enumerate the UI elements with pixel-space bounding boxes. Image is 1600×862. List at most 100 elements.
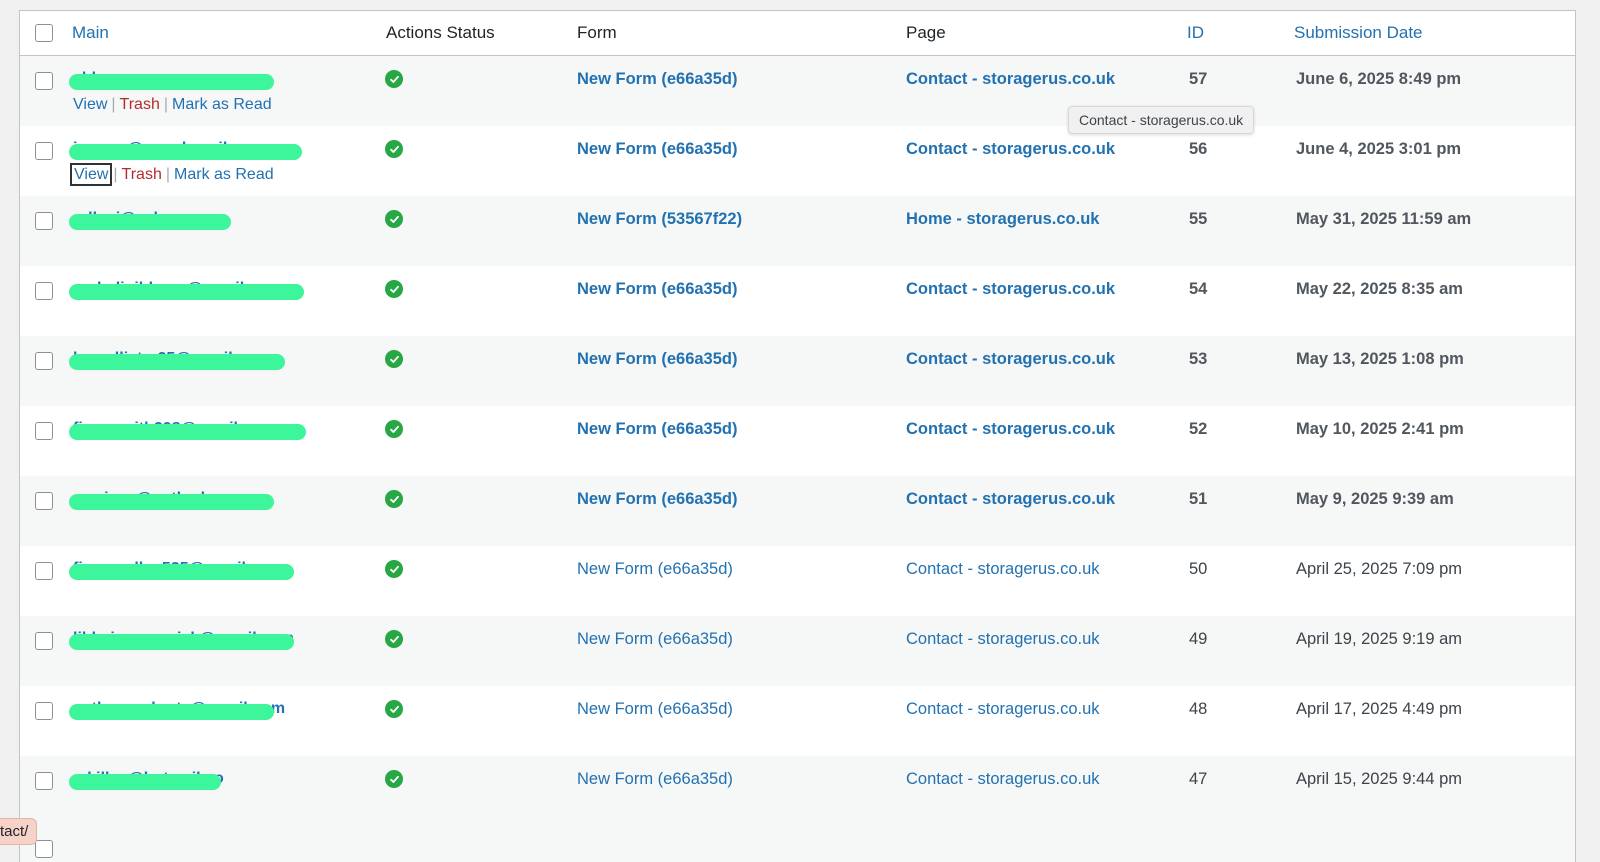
page-link[interactable]: Contact - storagerus.co.uk	[906, 700, 1100, 719]
page-link[interactable]: Contact - storagerus.co.uk	[906, 350, 1115, 369]
row-checkbox[interactable]	[35, 142, 53, 160]
page-link[interactable]: Home - storagerus.co.uk	[906, 210, 1099, 229]
view-link[interactable]: View	[73, 96, 107, 113]
submission-id: 51	[1189, 490, 1208, 508]
view-link[interactable]: View	[69, 163, 113, 186]
redaction-mark	[69, 214, 231, 230]
form-link[interactable]: New Form (e66a35d)	[577, 350, 737, 369]
column-id[interactable]: ID	[1187, 23, 1204, 43]
table-row: chloeNew Form (e66a35d)Contact - storage…	[20, 56, 1575, 126]
table-row: jasonw@googlemail.comNew Form (e66a35d)C…	[20, 126, 1575, 196]
submissions-table: Main Actions Status Form Page ID Submiss…	[19, 10, 1576, 862]
submission-id: 50	[1189, 560, 1208, 578]
form-link[interactable]: New Form (e66a35d)	[577, 280, 737, 299]
check-circle-icon	[385, 560, 403, 578]
submission-id: 54	[1189, 280, 1208, 298]
check-circle-icon	[385, 210, 403, 228]
table-row	[20, 826, 1575, 862]
submission-date: May 13, 2025 1:08 pm	[1296, 350, 1464, 368]
form-link[interactable]: New Form (e66a35d)	[577, 630, 733, 649]
separator: |	[163, 96, 169, 113]
submission-id: 55	[1189, 210, 1208, 228]
page-link[interactable]: Contact - storagerus.co.uk	[906, 70, 1115, 89]
separator: |	[165, 166, 171, 183]
column-form: Form	[577, 23, 617, 42]
mark-as-read-link[interactable]: Mark as Read	[174, 166, 274, 183]
redaction-mark	[69, 564, 294, 580]
check-circle-icon	[385, 350, 403, 368]
form-link[interactable]: New Form (e66a35d)	[577, 560, 733, 579]
submission-id: 49	[1189, 630, 1208, 648]
redaction-mark	[69, 704, 274, 720]
form-link[interactable]: New Form (e66a35d)	[577, 700, 733, 719]
form-link[interactable]: New Form (e66a35d)	[577, 140, 737, 159]
check-circle-icon	[385, 770, 403, 788]
submission-date: June 6, 2025 8:49 pm	[1296, 70, 1462, 88]
table-row: mkillen@hotmail.coNew Form (e66a35d)Cont…	[20, 756, 1575, 826]
submission-date: May 9, 2025 9:39 am	[1296, 490, 1454, 508]
table-row: anthonyroberts@gmail.comNew Form (e66a35…	[20, 686, 1575, 756]
submission-id: 53	[1189, 350, 1208, 368]
redaction-mark	[69, 494, 274, 510]
page-link[interactable]: Contact - storagerus.co.uk	[906, 770, 1100, 789]
status-url-badge: tact/	[0, 818, 38, 845]
submission-id: 52	[1189, 420, 1208, 438]
form-link[interactable]: New Form (e66a35d)	[577, 70, 737, 89]
row-actions: View | Trash | Mark as Read	[73, 96, 272, 114]
form-link[interactable]: New Form (53567f22)	[577, 210, 742, 229]
table-row: rellspj@yahoo.comNew Form (53567f22)Home…	[20, 196, 1575, 266]
page-link[interactable]: Contact - storagerus.co.uk	[906, 490, 1115, 509]
table-row: racheligibbons@gmail.comNew Form (e66a35…	[20, 266, 1575, 336]
trash-link[interactable]: Trash	[120, 96, 160, 113]
table-row: libbyjmccormick@gmail.comNew Form (e66a3…	[20, 616, 1575, 686]
row-checkbox[interactable]	[35, 632, 53, 650]
page-link[interactable]: Contact - storagerus.co.uk	[906, 560, 1100, 579]
submission-date: May 10, 2025 2:41 pm	[1296, 420, 1464, 438]
submission-date: April 17, 2025 4:49 pm	[1296, 700, 1463, 718]
check-circle-icon	[385, 280, 403, 298]
table-row: fionasmith298@gmail.comNew Form (e66a35d…	[20, 406, 1575, 476]
check-circle-icon	[385, 420, 403, 438]
row-checkbox[interactable]	[35, 840, 53, 858]
column-page: Page	[906, 23, 946, 42]
redaction-mark	[69, 74, 274, 90]
check-circle-icon	[385, 630, 403, 648]
table-body: chloeNew Form (e66a35d)Contact - storage…	[20, 56, 1575, 826]
mark-as-read-link[interactable]: Mark as Read	[172, 96, 272, 113]
row-checkbox[interactable]	[35, 352, 53, 370]
row-checkbox[interactable]	[35, 772, 53, 790]
column-submission-date[interactable]: Submission Date	[1294, 23, 1423, 43]
table-row: fionamallen525@gmail.comNew Form (e66a35…	[20, 546, 1575, 616]
page-link[interactable]: Contact - storagerus.co.uk	[906, 420, 1115, 439]
form-link[interactable]: New Form (e66a35d)	[577, 420, 737, 439]
page-link[interactable]: Contact - storagerus.co.uk	[906, 630, 1100, 649]
submission-id: 56	[1189, 140, 1208, 158]
form-link[interactable]: New Form (e66a35d)	[577, 770, 733, 789]
redaction-mark	[69, 424, 306, 440]
select-all-checkbox[interactable]	[35, 24, 53, 42]
column-main[interactable]: Main	[72, 23, 109, 43]
page-link[interactable]: Contact - storagerus.co.uk	[906, 140, 1115, 159]
row-checkbox[interactable]	[35, 702, 53, 720]
row-checkbox[interactable]	[35, 282, 53, 300]
row-actions: View | Trash | Mark as Read	[69, 163, 274, 186]
redaction-mark	[69, 284, 304, 300]
trash-link[interactable]: Trash	[122, 166, 162, 183]
column-actions-status: Actions Status	[386, 23, 495, 42]
row-checkbox[interactable]	[35, 212, 53, 230]
row-checkbox[interactable]	[35, 72, 53, 90]
check-circle-icon	[385, 490, 403, 508]
row-checkbox[interactable]	[35, 492, 53, 510]
submission-date: May 22, 2025 8:35 am	[1296, 280, 1463, 298]
form-link[interactable]: New Form (e66a35d)	[577, 490, 737, 509]
table-header: Main Actions Status Form Page ID Submiss…	[20, 11, 1575, 56]
row-checkbox[interactable]	[35, 422, 53, 440]
submission-date: June 4, 2025 3:01 pm	[1296, 140, 1462, 158]
redaction-mark	[69, 354, 285, 370]
check-circle-icon	[385, 700, 403, 718]
redaction-mark	[69, 774, 221, 790]
page-link[interactable]: Contact - storagerus.co.uk	[906, 280, 1115, 299]
submission-id: 57	[1189, 70, 1208, 88]
row-checkbox[interactable]	[35, 562, 53, 580]
redaction-mark	[69, 634, 294, 650]
